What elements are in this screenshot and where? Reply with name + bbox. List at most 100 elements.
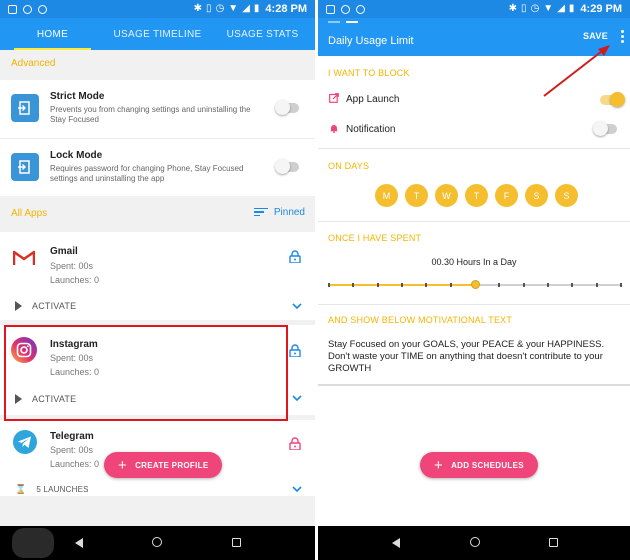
clock: 4:28 PM <box>265 3 307 15</box>
section-i-want-to-block: I WANT TO BLOCK <box>328 68 410 78</box>
gallery-icon <box>8 4 17 14</box>
add-schedules-label: ADD SCHEDULES <box>451 460 524 470</box>
section-all-apps: All Apps <box>11 208 48 219</box>
vibrate-icon: ▯ <box>206 3 212 14</box>
slider-tick <box>547 283 549 287</box>
wifi-icon: ▼ <box>228 3 239 14</box>
pinned-filter[interactable]: Pinned <box>253 207 305 218</box>
bell-icon <box>330 125 338 133</box>
slider-tick <box>425 283 427 287</box>
back-icon[interactable] <box>75 538 83 548</box>
app-name: Telegram <box>50 431 94 442</box>
battery-icon: ▮ <box>253 3 260 14</box>
alarm-icon: ◷ <box>530 3 540 14</box>
app-launches: Launches: 0 <box>50 275 100 285</box>
chevron-down-icon[interactable] <box>292 395 302 401</box>
strict-mode-desc: Prevents you from changing settings and … <box>50 105 251 124</box>
watch-icon <box>38 4 47 14</box>
bluetooth-icon: ✱ <box>508 3 518 14</box>
slider-tick <box>620 283 622 287</box>
tab-home[interactable]: HOME <box>0 18 105 50</box>
bluetooth-icon: ✱ <box>193 3 203 14</box>
day-wednesday[interactable]: W <box>435 184 458 207</box>
signal-icon: ◢ <box>242 3 250 14</box>
activate-button[interactable]: ACTIVATE <box>15 301 76 311</box>
strict-mode-title: Strict Mode <box>50 91 105 102</box>
day-monday[interactable]: M <box>375 184 398 207</box>
separator <box>318 384 630 386</box>
battery-icon: ▮ <box>568 3 575 14</box>
chevron-down-icon[interactable] <box>292 303 302 309</box>
play-icon <box>15 301 22 311</box>
slider-tick <box>571 283 573 287</box>
gmail-icon <box>13 250 35 265</box>
separator <box>318 221 630 222</box>
strict-mode-icon <box>11 94 39 122</box>
telegram-icon <box>13 430 37 454</box>
recents-icon[interactable] <box>232 538 241 547</box>
gallery-icon <box>326 4 335 14</box>
plus-icon: + <box>434 456 444 474</box>
day-friday[interactable]: F <box>495 184 518 207</box>
app-spent: Spent: 00s <box>50 445 94 455</box>
signal-icon: ◢ <box>557 3 565 14</box>
lock-mode-row[interactable]: Lock Mode Requires password for changing… <box>0 138 315 196</box>
annotation-arrow <box>543 45 610 97</box>
lock-icon[interactable] <box>289 344 301 357</box>
globe-icon <box>23 4 32 14</box>
slider-thumb[interactable] <box>471 280 480 289</box>
separator <box>318 304 630 305</box>
strict-mode-toggle[interactable] <box>275 100 299 115</box>
home-icon[interactable] <box>152 537 162 547</box>
slider-tick <box>352 283 354 287</box>
create-profile-button[interactable]: + CREATE PROFILE <box>104 452 223 478</box>
screenshot-root: ✱ ▯ ◷ ▼ ◢ ▮ 4:28 PM HOME USAGE TIMELINE … <box>0 0 630 560</box>
slider-tick <box>450 283 452 287</box>
day-saturday[interactable]: S <box>525 184 548 207</box>
slider-tick <box>328 283 330 287</box>
tab-usage-timeline[interactable]: USAGE TIMELINE <box>105 18 210 50</box>
app-launch-icon <box>329 93 339 103</box>
launch-limit-label: 5 LAUNCHES <box>36 485 89 494</box>
gesture-pill <box>12 528 54 558</box>
launch-limit-row[interactable]: ⌛ 5 LAUNCHES <box>15 484 89 495</box>
back-icon[interactable] <box>392 538 400 548</box>
app-launches: Launches: 0 <box>50 459 100 469</box>
slider-tick <box>523 283 525 287</box>
create-profile-label: CREATE PROFILE <box>135 460 209 470</box>
day-thursday[interactable]: T <box>465 184 488 207</box>
lock-mode-toggle[interactable] <box>275 159 299 174</box>
watch-icon <box>356 4 365 14</box>
lock-icon[interactable] <box>289 250 301 263</box>
slider-tick <box>596 283 598 287</box>
day-tuesday[interactable]: T <box>405 184 428 207</box>
chevron-down-icon[interactable] <box>292 486 302 492</box>
app-launch-label: App Launch <box>346 94 400 105</box>
strict-mode-row[interactable]: Strict Mode Prevents you from changing s… <box>0 80 315 138</box>
day-selector: M T W T F S S <box>375 184 578 207</box>
globe-icon <box>341 4 350 14</box>
app-card-gmail[interactable]: Gmail Spent: 00s Launches: 0 ACTIVATE <box>0 232 315 320</box>
app-spent: Spent: 00s <box>50 261 94 271</box>
day-sunday[interactable]: S <box>555 184 578 207</box>
page-title: Daily Usage Limit <box>328 35 414 47</box>
slider-tick <box>377 283 379 287</box>
separator <box>318 148 630 149</box>
hourglass-icon: ⌛ <box>15 484 27 494</box>
recents-icon[interactable] <box>549 538 558 547</box>
motivational-text[interactable]: Stay Focused on your GOALS, your PEACE &… <box>328 339 623 375</box>
slider-tick <box>401 283 403 287</box>
add-schedules-button[interactable]: + ADD SCHEDULES <box>420 452 538 478</box>
system-nav-bar <box>0 526 630 560</box>
overflow-menu-icon[interactable] <box>621 30 624 43</box>
tab-usage-stats[interactable]: USAGE STATS <box>210 18 315 50</box>
lock-mode-desc: Requires password for changing Phone, St… <box>50 164 244 183</box>
home-icon[interactable] <box>470 537 480 547</box>
sort-icon <box>253 207 268 218</box>
notification-label: Notification <box>346 124 396 135</box>
slider-tick <box>498 283 500 287</box>
time-slider[interactable] <box>328 280 622 289</box>
notification-toggle[interactable] <box>593 121 617 136</box>
lock-icon[interactable] <box>289 437 301 450</box>
nav-divider <box>315 526 318 560</box>
